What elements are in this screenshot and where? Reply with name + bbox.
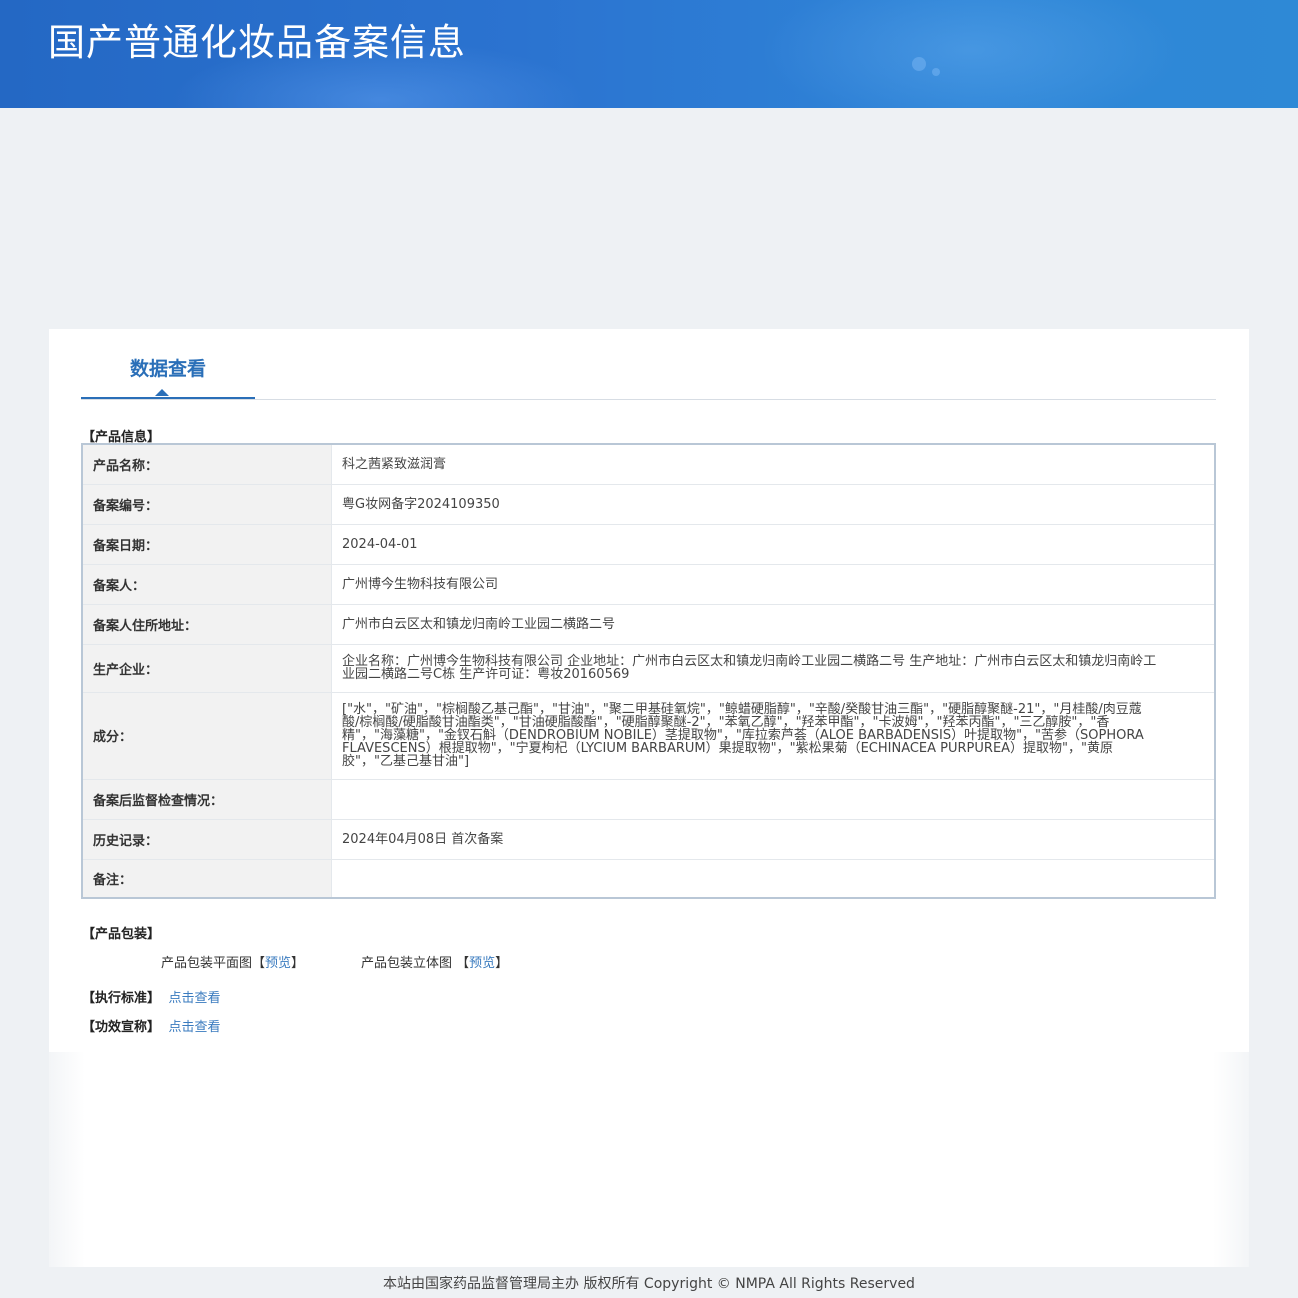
table-row: 备注： [82, 859, 1215, 899]
product-info-table: 产品名称： 科之茜紧致滋润膏 备案编号： 粤G妆网备字2024109350 备案… [81, 443, 1216, 899]
efficacy-view-link[interactable]: 点击查看 [169, 1020, 221, 1035]
banner-decoration [932, 68, 940, 76]
row-key: 备案后监督检查情况： [82, 779, 332, 820]
row-value: ["水"，"矿油"，"棕榈酸乙基己酯"，"甘油"，"聚二甲基硅氧烷"，"鲸蜡硬脂… [331, 692, 1215, 780]
active-tab-indicator [155, 389, 169, 396]
row-value [331, 859, 1215, 899]
banner-decoration [912, 57, 926, 71]
row-value: 粤G妆网备字2024109350 [331, 484, 1215, 525]
table-row: 备案人： 广州博今生物科技有限公司 [82, 564, 1215, 605]
row-value [331, 779, 1215, 820]
header-banner: 国产普通化妆品备案信息 [0, 0, 1298, 108]
table-row: 历史记录： 2024年04月08日 首次备案 [82, 819, 1215, 860]
table-row: 备案人住所地址： 广州市白云区太和镇龙归南岭工业园二横路二号 [82, 604, 1215, 645]
section-standard: 【执行标准】 点击查看 [82, 987, 221, 1006]
row-key: 历史记录： [82, 819, 332, 860]
row-value: 科之茜紧致滋润膏 [331, 444, 1215, 485]
content-card-fade [49, 1052, 1249, 1267]
table-row: 备案后监督检查情况： [82, 779, 1215, 820]
table-row: 备案日期： 2024-04-01 [82, 524, 1215, 565]
row-value: 2024年04月08日 首次备案 [331, 819, 1215, 860]
row-key: 备案人住所地址： [82, 604, 332, 645]
row-value: 企业名称：广州博今生物科技有限公司 企业地址：广州市白云区太和镇龙归南岭工业园二… [331, 644, 1215, 693]
row-value: 广州市白云区太和镇龙归南岭工业园二横路二号 [331, 604, 1215, 645]
packaging-flat-label: 产品包装平面图 [161, 956, 253, 971]
standard-view-link[interactable]: 点击查看 [169, 991, 221, 1006]
table-row: 产品名称： 科之茜紧致滋润膏 [82, 444, 1215, 485]
footer-copyright: 本站由国家药品监督管理局主办 版权所有 Copyright © NMPA All… [383, 1276, 915, 1292]
row-key: 备案人： [82, 564, 332, 605]
row-value: 广州博今生物科技有限公司 [331, 564, 1215, 605]
table-row: 成分： ["水"，"矿油"，"棕榈酸乙基己酯"，"甘油"，"聚二甲基硅氧烷"，"… [82, 692, 1215, 780]
tab-bar: 数据查看 [81, 350, 1216, 400]
efficacy-label: 【功效宣称】 [82, 1020, 161, 1035]
table-row: 备案编号： 粤G妆网备字2024109350 [82, 484, 1215, 525]
preview-stereo-link[interactable]: 预览 [469, 956, 495, 971]
section-packaging: 【产品包装】 [82, 927, 161, 942]
row-key: 生产企业： [82, 644, 332, 693]
row-key: 备案编号： [82, 484, 332, 525]
packaging-stereo-label: 产品包装立体图 [361, 956, 453, 971]
table-row: 生产企业： 企业名称：广州博今生物科技有限公司 企业地址：广州市白云区太和镇龙归… [82, 644, 1215, 693]
page-title: 国产普通化妆品备案信息 [48, 21, 466, 64]
section-efficacy: 【功效宣称】 点击查看 [82, 1016, 221, 1035]
preview-flat-link[interactable]: 预览 [265, 956, 291, 971]
banner-decoration [760, 0, 1180, 108]
standard-label: 【执行标准】 [82, 991, 161, 1006]
row-key: 备注： [82, 859, 332, 899]
row-key: 备案日期： [82, 524, 332, 565]
packaging-flat: 产品包装平面图【预览】 [161, 956, 305, 971]
row-key: 产品名称： [82, 444, 332, 485]
packaging-stereo: 产品包装立体图 【预览】 [361, 956, 509, 971]
row-key: 成分： [82, 692, 332, 780]
row-value: 2024-04-01 [331, 524, 1215, 565]
